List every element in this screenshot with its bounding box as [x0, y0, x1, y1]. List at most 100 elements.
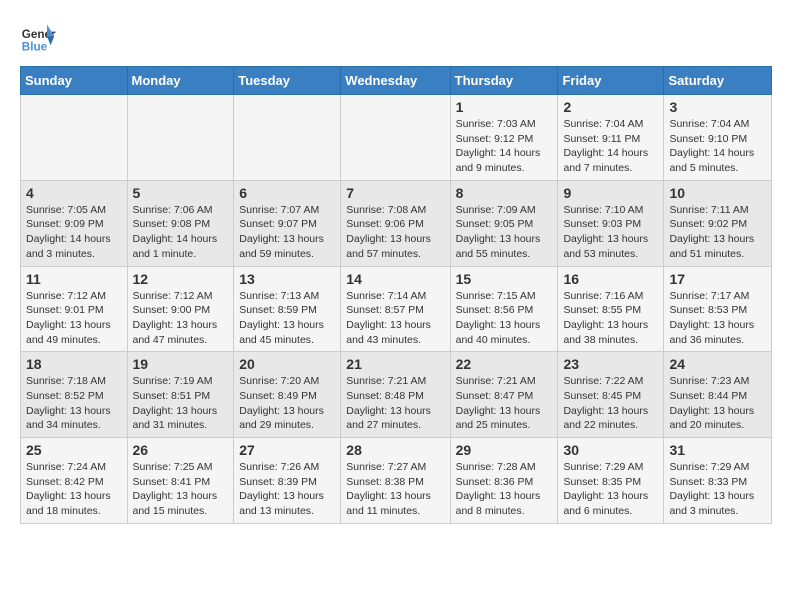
day-info: Sunrise: 7:12 AM Sunset: 9:01 PM Dayligh… — [26, 289, 122, 348]
day-number: 7 — [346, 185, 444, 201]
day-number: 1 — [456, 99, 553, 115]
day-number: 9 — [563, 185, 658, 201]
day-info: Sunrise: 7:21 AM Sunset: 8:47 PM Dayligh… — [456, 374, 553, 433]
calendar-cell: 18 Sunrise: 7:18 AM Sunset: 8:52 PM Dayli… — [21, 352, 128, 438]
day-number: 12 — [133, 271, 229, 287]
day-number: 17 — [669, 271, 766, 287]
day-of-week-header: Tuesday — [234, 67, 341, 95]
calendar-week-row: 18 Sunrise: 7:18 AM Sunset: 8:52 PM Dayli… — [21, 352, 772, 438]
calendar-cell: 24 Sunrise: 7:23 AM Sunset: 8:44 PM Dayli… — [664, 352, 772, 438]
calendar-cell: 26 Sunrise: 7:25 AM Sunset: 8:41 PM Dayli… — [127, 438, 234, 524]
calendar-cell: 16 Sunrise: 7:16 AM Sunset: 8:55 PM Dayli… — [558, 266, 664, 352]
day-info: Sunrise: 7:25 AM Sunset: 8:41 PM Dayligh… — [133, 460, 229, 519]
day-number: 27 — [239, 442, 335, 458]
calendar-cell: 13 Sunrise: 7:13 AM Sunset: 8:59 PM Dayli… — [234, 266, 341, 352]
day-info: Sunrise: 7:20 AM Sunset: 8:49 PM Dayligh… — [239, 374, 335, 433]
calendar-cell — [341, 95, 450, 181]
calendar-week-row: 4Sunrise: 7:05 AM Sunset: 9:09 PM Daylig… — [21, 180, 772, 266]
day-info: Sunrise: 7:14 AM Sunset: 8:57 PM Dayligh… — [346, 289, 444, 348]
calendar-cell: 20 Sunrise: 7:20 AM Sunset: 8:49 PM Dayli… — [234, 352, 341, 438]
day-of-week-header: Wednesday — [341, 67, 450, 95]
day-info: Sunrise: 7:29 AM Sunset: 8:33 PM Dayligh… — [669, 460, 766, 519]
day-info: Sunrise: 7:08 AM Sunset: 9:06 PM Dayligh… — [346, 203, 444, 262]
day-of-week-header: Saturday — [664, 67, 772, 95]
day-number: 21 — [346, 356, 444, 372]
calendar-header: SundayMondayTuesdayWednesdayThursdayFrid… — [21, 67, 772, 95]
day-info: Sunrise: 7:16 AM Sunset: 8:55 PM Dayligh… — [563, 289, 658, 348]
calendar-cell: 2 Sunrise: 7:04 AM Sunset: 9:11 PM Daylig… — [558, 95, 664, 181]
days-of-week-row: SundayMondayTuesdayWednesdayThursdayFrid… — [21, 67, 772, 95]
calendar-body: 1Sunrise: 7:03 AM Sunset: 9:12 PM Daylig… — [21, 95, 772, 524]
day-of-week-header: Sunday — [21, 67, 128, 95]
day-info: Sunrise: 7:21 AM Sunset: 8:48 PM Dayligh… — [346, 374, 444, 433]
calendar-cell: 15 Sunrise: 7:15 AM Sunset: 8:56 PM Dayli… — [450, 266, 558, 352]
day-number: 24 — [669, 356, 766, 372]
calendar-cell: 8 Sunrise: 7:09 AM Sunset: 9:05 PM Daylig… — [450, 180, 558, 266]
day-info: Sunrise: 7:07 AM Sunset: 9:07 PM Dayligh… — [239, 203, 335, 262]
logo-icon: General Blue — [20, 20, 56, 56]
day-info: Sunrise: 7:17 AM Sunset: 8:53 PM Dayligh… — [669, 289, 766, 348]
day-of-week-header: Friday — [558, 67, 664, 95]
day-info: Sunrise: 7:26 AM Sunset: 8:39 PM Dayligh… — [239, 460, 335, 519]
day-number: 5 — [133, 185, 229, 201]
day-number: 3 — [669, 99, 766, 115]
day-info: Sunrise: 7:22 AM Sunset: 8:45 PM Dayligh… — [563, 374, 658, 433]
day-info: Sunrise: 7:10 AM Sunset: 9:03 PM Dayligh… — [563, 203, 658, 262]
day-number: 15 — [456, 271, 553, 287]
day-info: Sunrise: 7:29 AM Sunset: 8:35 PM Dayligh… — [563, 460, 658, 519]
day-number: 8 — [456, 185, 553, 201]
day-info: Sunrise: 7:24 AM Sunset: 8:42 PM Dayligh… — [26, 460, 122, 519]
day-of-week-header: Thursday — [450, 67, 558, 95]
day-number: 29 — [456, 442, 553, 458]
day-number: 20 — [239, 356, 335, 372]
calendar-cell: 23 Sunrise: 7:22 AM Sunset: 8:45 PM Dayli… — [558, 352, 664, 438]
day-number: 30 — [563, 442, 658, 458]
calendar-cell: 31 Sunrise: 7:29 AM Sunset: 8:33 PM Dayli… — [664, 438, 772, 524]
calendar-cell: 12 Sunrise: 7:12 AM Sunset: 9:00 PM Dayli… — [127, 266, 234, 352]
day-of-week-header: Monday — [127, 67, 234, 95]
day-info: Sunrise: 7:18 AM Sunset: 8:52 PM Dayligh… — [26, 374, 122, 433]
day-info: Sunrise: 7:13 AM Sunset: 8:59 PM Dayligh… — [239, 289, 335, 348]
logo: General Blue — [20, 20, 56, 56]
day-number: 4 — [26, 185, 122, 201]
calendar-cell: 11Sunrise: 7:12 AM Sunset: 9:01 PM Dayli… — [21, 266, 128, 352]
day-number: 22 — [456, 356, 553, 372]
day-number: 10 — [669, 185, 766, 201]
day-number: 16 — [563, 271, 658, 287]
calendar-cell: 29 Sunrise: 7:28 AM Sunset: 8:36 PM Dayli… — [450, 438, 558, 524]
day-number: 18 — [26, 356, 122, 372]
day-number: 23 — [563, 356, 658, 372]
svg-text:Blue: Blue — [22, 41, 48, 54]
day-number: 25 — [26, 442, 122, 458]
calendar-week-row: 25 Sunrise: 7:24 AM Sunset: 8:42 PM Dayli… — [21, 438, 772, 524]
calendar-cell: 21 Sunrise: 7:21 AM Sunset: 8:48 PM Dayli… — [341, 352, 450, 438]
day-number: 14 — [346, 271, 444, 287]
calendar-cell: 14 Sunrise: 7:14 AM Sunset: 8:57 PM Dayli… — [341, 266, 450, 352]
calendar-cell: 10Sunrise: 7:11 AM Sunset: 9:02 PM Dayli… — [664, 180, 772, 266]
day-number: 2 — [563, 99, 658, 115]
day-number: 6 — [239, 185, 335, 201]
calendar-cell: 25 Sunrise: 7:24 AM Sunset: 8:42 PM Dayli… — [21, 438, 128, 524]
calendar-cell: 6 Sunrise: 7:07 AM Sunset: 9:07 PM Daylig… — [234, 180, 341, 266]
day-info: Sunrise: 7:28 AM Sunset: 8:36 PM Dayligh… — [456, 460, 553, 519]
day-info: Sunrise: 7:04 AM Sunset: 9:10 PM Dayligh… — [669, 117, 766, 176]
day-number: 28 — [346, 442, 444, 458]
calendar-cell: 3 Sunrise: 7:04 AM Sunset: 9:10 PM Daylig… — [664, 95, 772, 181]
day-info: Sunrise: 7:04 AM Sunset: 9:11 PM Dayligh… — [563, 117, 658, 176]
day-info: Sunrise: 7:15 AM Sunset: 8:56 PM Dayligh… — [456, 289, 553, 348]
calendar-cell — [234, 95, 341, 181]
day-info: Sunrise: 7:19 AM Sunset: 8:51 PM Dayligh… — [133, 374, 229, 433]
day-info: Sunrise: 7:27 AM Sunset: 8:38 PM Dayligh… — [346, 460, 444, 519]
day-number: 13 — [239, 271, 335, 287]
day-number: 19 — [133, 356, 229, 372]
day-info: Sunrise: 7:12 AM Sunset: 9:00 PM Dayligh… — [133, 289, 229, 348]
day-info: Sunrise: 7:23 AM Sunset: 8:44 PM Dayligh… — [669, 374, 766, 433]
calendar-cell: 17 Sunrise: 7:17 AM Sunset: 8:53 PM Dayli… — [664, 266, 772, 352]
calendar-cell: 1Sunrise: 7:03 AM Sunset: 9:12 PM Daylig… — [450, 95, 558, 181]
day-number: 31 — [669, 442, 766, 458]
calendar-cell: 30 Sunrise: 7:29 AM Sunset: 8:35 PM Dayli… — [558, 438, 664, 524]
calendar-table: SundayMondayTuesdayWednesdayThursdayFrid… — [20, 66, 772, 524]
calendar-cell: 7 Sunrise: 7:08 AM Sunset: 9:06 PM Daylig… — [341, 180, 450, 266]
day-info: Sunrise: 7:09 AM Sunset: 9:05 PM Dayligh… — [456, 203, 553, 262]
day-number: 26 — [133, 442, 229, 458]
